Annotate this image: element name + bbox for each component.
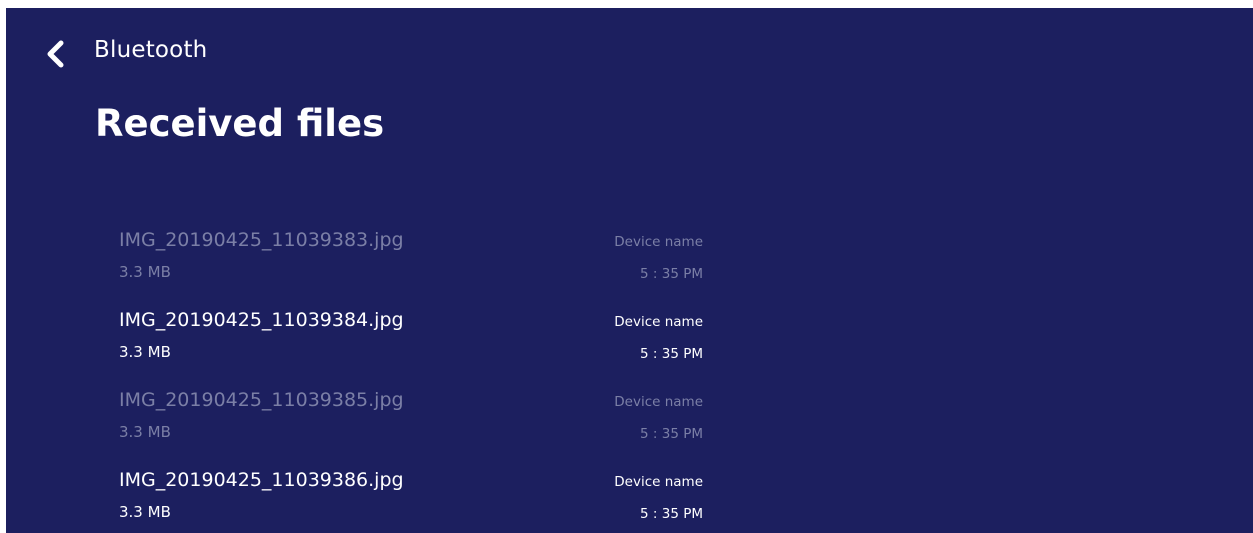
file-device-name: Device name bbox=[614, 314, 703, 330]
file-name: IMG_20190425_11039385.jpg bbox=[119, 389, 404, 411]
file-device-name: Device name bbox=[614, 394, 703, 410]
file-row[interactable]: IMG_20190425_11039384.jpg 3.3 MB Device … bbox=[6, 306, 726, 386]
file-device-name: Device name bbox=[614, 474, 703, 490]
file-name: IMG_20190425_11039386.jpg bbox=[119, 469, 404, 491]
file-size: 3.3 MB bbox=[119, 263, 171, 281]
page-title: Received files bbox=[95, 102, 385, 145]
file-size: 3.3 MB bbox=[119, 423, 171, 441]
file-device-name: Device name bbox=[614, 234, 703, 250]
file-row[interactable]: IMG_20190425_11039385.jpg 3.3 MB Device … bbox=[6, 386, 726, 466]
file-row[interactable]: IMG_20190425_11039383.jpg 3.3 MB Device … bbox=[6, 226, 726, 306]
back-button[interactable] bbox=[40, 38, 72, 70]
file-name: IMG_20190425_11039384.jpg bbox=[119, 309, 404, 331]
file-row[interactable]: IMG_20190425_11039386.jpg 3.3 MB Device … bbox=[6, 466, 726, 533]
file-size: 3.3 MB bbox=[119, 503, 171, 521]
file-name: IMG_20190425_11039383.jpg bbox=[119, 229, 404, 251]
file-size: 3.3 MB bbox=[119, 343, 171, 361]
received-files-list: IMG_20190425_11039383.jpg 3.3 MB Device … bbox=[6, 226, 1253, 533]
file-time: 5 : 35 PM bbox=[640, 346, 703, 362]
file-time: 5 : 35 PM bbox=[640, 506, 703, 522]
back-label[interactable]: Bluetooth bbox=[94, 37, 207, 63]
chevron-left-icon bbox=[47, 40, 64, 68]
bluetooth-received-files-screen: Bluetooth Received files IMG_20190425_11… bbox=[6, 8, 1253, 533]
file-time: 5 : 35 PM bbox=[640, 266, 703, 282]
file-time: 5 : 35 PM bbox=[640, 426, 703, 442]
